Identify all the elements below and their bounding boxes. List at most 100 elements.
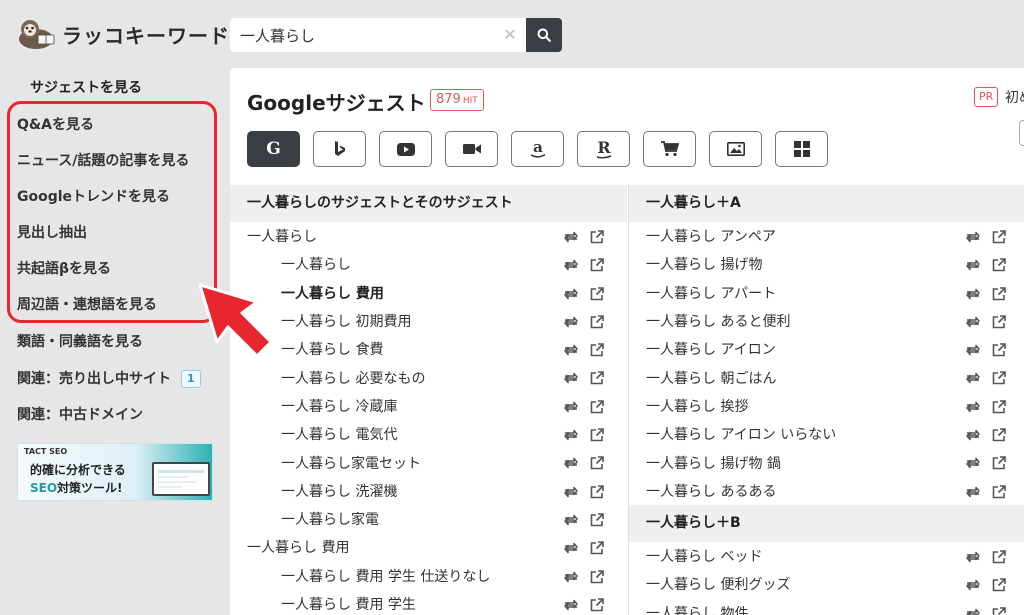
swap-icon[interactable] [965,229,981,245]
swap-icon[interactable] [965,455,981,471]
swap-icon[interactable] [563,370,579,386]
sidebar-item-sites-for-sale[interactable]: 関連：売り出し中サイト 1 [17,368,201,388]
search-button[interactable] [526,18,562,52]
tab-video[interactable] [445,131,498,167]
swap-icon[interactable] [563,484,579,500]
sidebar-item-headings[interactable]: 見出し抽出 [17,222,87,242]
external-link-icon[interactable] [589,569,605,585]
toolbar-button[interactable] [1019,120,1024,146]
external-link-icon[interactable] [991,229,1007,245]
external-link-icon[interactable] [991,606,1007,615]
swap-icon[interactable] [563,569,579,585]
external-link-icon[interactable] [589,512,605,528]
sidebar-title-suggest[interactable]: サジェストを見る [30,77,142,97]
suggest-keyword[interactable]: 一人暮らし アイロン [646,339,776,359]
swap-icon[interactable] [563,540,579,556]
external-link-icon[interactable] [991,484,1007,500]
tab-rakuten[interactable]: R [577,131,630,167]
suggest-keyword[interactable]: 一人暮らし 物件 [646,603,748,615]
swap-icon[interactable] [965,257,981,273]
swap-icon[interactable] [563,427,579,443]
external-link-icon[interactable] [589,597,605,613]
suggest-keyword[interactable]: 一人暮らし アンペア [646,226,776,246]
swap-icon[interactable] [965,427,981,443]
swap-icon[interactable] [563,342,579,358]
sidebar-item-used-domains[interactable]: 関連：中古ドメイン [17,404,143,424]
brand-logo[interactable]: ラッコキーワード [16,16,230,52]
external-link-icon[interactable] [991,257,1007,273]
sidebar-item-cooccurrence[interactable]: 共起語βを見る [17,258,111,278]
swap-icon[interactable] [563,257,579,273]
tab-image[interactable] [709,131,762,167]
external-link-icon[interactable] [991,286,1007,302]
external-link-icon[interactable] [589,484,605,500]
external-link-icon[interactable] [589,314,605,330]
suggest-keyword[interactable]: 一人暮らし 食費 [281,339,383,359]
sidebar-item-news[interactable]: ニュース/話題の記事を見る [17,150,189,170]
sidebar-item-related-words[interactable]: 周辺語・連想語を見る [17,294,157,314]
suggest-keyword[interactable]: 一人暮らし アパート [646,283,776,303]
external-link-icon[interactable] [589,427,605,443]
external-link-icon[interactable] [991,342,1007,358]
swap-icon[interactable] [965,606,981,615]
suggest-keyword[interactable]: 一人暮らし家電セット [281,453,421,473]
swap-icon[interactable] [965,342,981,358]
suggest-keyword[interactable]: 一人暮らし あるある [646,481,776,501]
suggest-keyword[interactable]: 一人暮らし アイロン いらない [646,424,836,444]
swap-icon[interactable] [965,549,981,565]
external-link-icon[interactable] [589,370,605,386]
sidebar-item-qa[interactable]: Q&Aを見る [17,114,94,134]
swap-icon[interactable] [563,229,579,245]
external-link-icon[interactable] [589,399,605,415]
sidebar-item-synonyms[interactable]: 類語・同義語を見る [17,331,143,351]
suggest-keyword[interactable]: 一人暮らし 便利グッズ [646,574,790,594]
external-link-icon[interactable] [589,257,605,273]
external-link-icon[interactable] [991,455,1007,471]
suggest-keyword[interactable]: 一人暮らし 挨拶 [646,396,748,416]
external-link-icon[interactable] [589,286,605,302]
external-link-icon[interactable] [991,549,1007,565]
tab-google[interactable]: G [247,131,300,167]
external-link-icon[interactable] [991,577,1007,593]
suggest-keyword[interactable]: 一人暮らし 費用 [247,537,349,557]
sidebar-item-google-trends[interactable]: Googleトレンドを見る [17,186,170,206]
suggest-keyword[interactable]: 一人暮らし あると便利 [646,311,790,331]
suggest-keyword[interactable]: 一人暮らし ベッド [646,546,762,566]
swap-icon[interactable] [563,455,579,471]
suggest-keyword[interactable]: 一人暮らし 揚げ物 [646,254,762,274]
suggest-keyword[interactable]: 一人暮らし 必要なもの [281,368,425,388]
external-link-icon[interactable] [589,342,605,358]
external-link-icon[interactable] [991,314,1007,330]
swap-icon[interactable] [563,512,579,528]
swap-icon[interactable] [965,484,981,500]
suggest-keyword[interactable]: 一人暮らし 費用 学生 仕送りなし [281,566,490,586]
suggest-keyword[interactable]: 一人暮らし 初期費用 [281,311,411,331]
swap-icon[interactable] [965,314,981,330]
tab-bing[interactable] [313,131,366,167]
external-link-icon[interactable] [991,427,1007,443]
tab-amazon[interactable]: a [511,131,564,167]
suggest-keyword[interactable]: 一人暮らし [281,254,351,274]
external-link-icon[interactable] [991,370,1007,386]
external-link-icon[interactable] [589,229,605,245]
tab-shopping[interactable] [643,131,696,167]
tact-seo-banner[interactable]: TACT SEO 的確に分析できる SEO対策ツール! [17,443,213,501]
suggest-keyword[interactable]: 一人暮らし 費用 [281,283,384,303]
swap-icon[interactable] [563,286,579,302]
external-link-icon[interactable] [589,455,605,471]
external-link-icon[interactable] [589,540,605,556]
swap-icon[interactable] [563,314,579,330]
suggest-keyword[interactable]: 一人暮らし [247,226,317,246]
suggest-keyword[interactable]: 一人暮らし家電 [281,509,379,529]
suggest-keyword[interactable]: 一人暮らし 朝ごはん [646,368,776,388]
clear-icon[interactable]: ✕ [502,26,518,44]
swap-icon[interactable] [563,399,579,415]
tab-apps[interactable] [775,131,828,167]
search-input[interactable] [230,18,526,52]
suggest-keyword[interactable]: 一人暮らし 洗濯機 [281,481,397,501]
swap-icon[interactable] [965,399,981,415]
suggest-keyword[interactable]: 一人暮らし 電気代 [281,424,397,444]
swap-icon[interactable] [965,577,981,593]
swap-icon[interactable] [563,597,579,613]
suggest-keyword[interactable]: 一人暮らし 費用 学生 [281,594,416,614]
